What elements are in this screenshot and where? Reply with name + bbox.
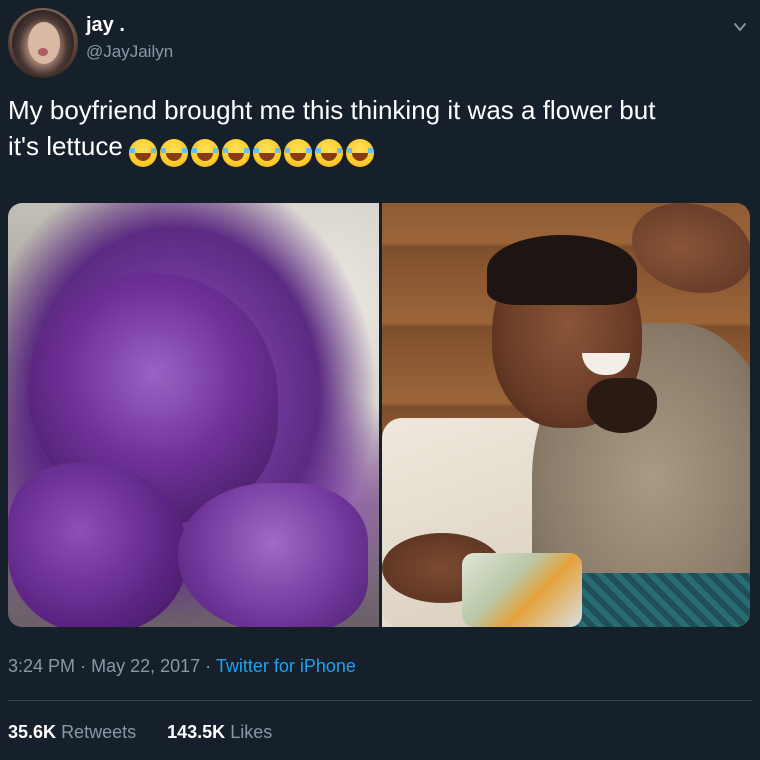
- face-with-tears-of-joy-icon: [190, 139, 219, 168]
- avatar-lips: [38, 48, 48, 56]
- avatar[interactable]: [8, 8, 78, 78]
- face-with-tears-of-joy-icon: [252, 139, 281, 168]
- face-with-tears-of-joy-icon: [128, 139, 157, 168]
- face-with-tears-of-joy-icon: [159, 139, 188, 168]
- retweets-label: Retweets: [61, 722, 137, 742]
- meta-separator: ·: [80, 656, 87, 676]
- divider: [8, 700, 752, 701]
- tweet: jay . @JayJailyn My boyfriend brought me…: [0, 0, 760, 760]
- face-with-tears-of-joy-icon: [345, 139, 374, 168]
- tweet-text-line-2: it's lettuce: [8, 128, 753, 169]
- emoji-row: [128, 133, 377, 169]
- man-hair: [487, 235, 637, 305]
- photo-smiling-boyfriend[interactable]: [382, 203, 750, 627]
- retweets-count: 35.6K: [8, 722, 57, 742]
- tweet-text-line-2-words: it's lettuce: [8, 131, 123, 161]
- tweet-text-line-1: My boyfriend brought me this thinking it…: [8, 95, 656, 125]
- meta-separator: ·: [205, 656, 212, 676]
- user-handle[interactable]: @JayJailyn: [86, 42, 173, 62]
- chevron-down-icon[interactable]: [733, 20, 747, 34]
- face-with-tears-of-joy-icon: [314, 139, 343, 168]
- tweet-text: My boyfriend brought me this thinking it…: [8, 92, 753, 169]
- tweet-time[interactable]: 3:24 PM: [8, 656, 75, 676]
- media-grid: [8, 203, 750, 627]
- tweet-stats: 35.6K Retweets 143.5K Likes: [8, 722, 298, 743]
- face-with-tears-of-joy-icon: [221, 139, 250, 168]
- tweet-source-link[interactable]: Twitter for iPhone: [216, 656, 356, 676]
- man-beard: [587, 378, 657, 433]
- likes-count: 143.5K: [167, 722, 226, 742]
- display-name[interactable]: jay .: [86, 14, 125, 37]
- tweet-meta: 3:24 PM · May 22, 2017 · Twitter for iPh…: [8, 656, 356, 677]
- likes-stat[interactable]: 143.5K Likes: [167, 722, 272, 742]
- kale-leaf-lower-right: [178, 483, 368, 627]
- snack-bag: [462, 553, 582, 627]
- retweets-stat[interactable]: 35.6K Retweets: [8, 722, 136, 742]
- likes-label: Likes: [230, 722, 273, 742]
- photo-purple-kale[interactable]: [8, 203, 379, 627]
- tweet-date[interactable]: May 22, 2017: [91, 656, 200, 676]
- face-with-tears-of-joy-icon: [283, 139, 312, 168]
- avatar-face: [28, 22, 60, 64]
- plaid-pants: [572, 573, 750, 627]
